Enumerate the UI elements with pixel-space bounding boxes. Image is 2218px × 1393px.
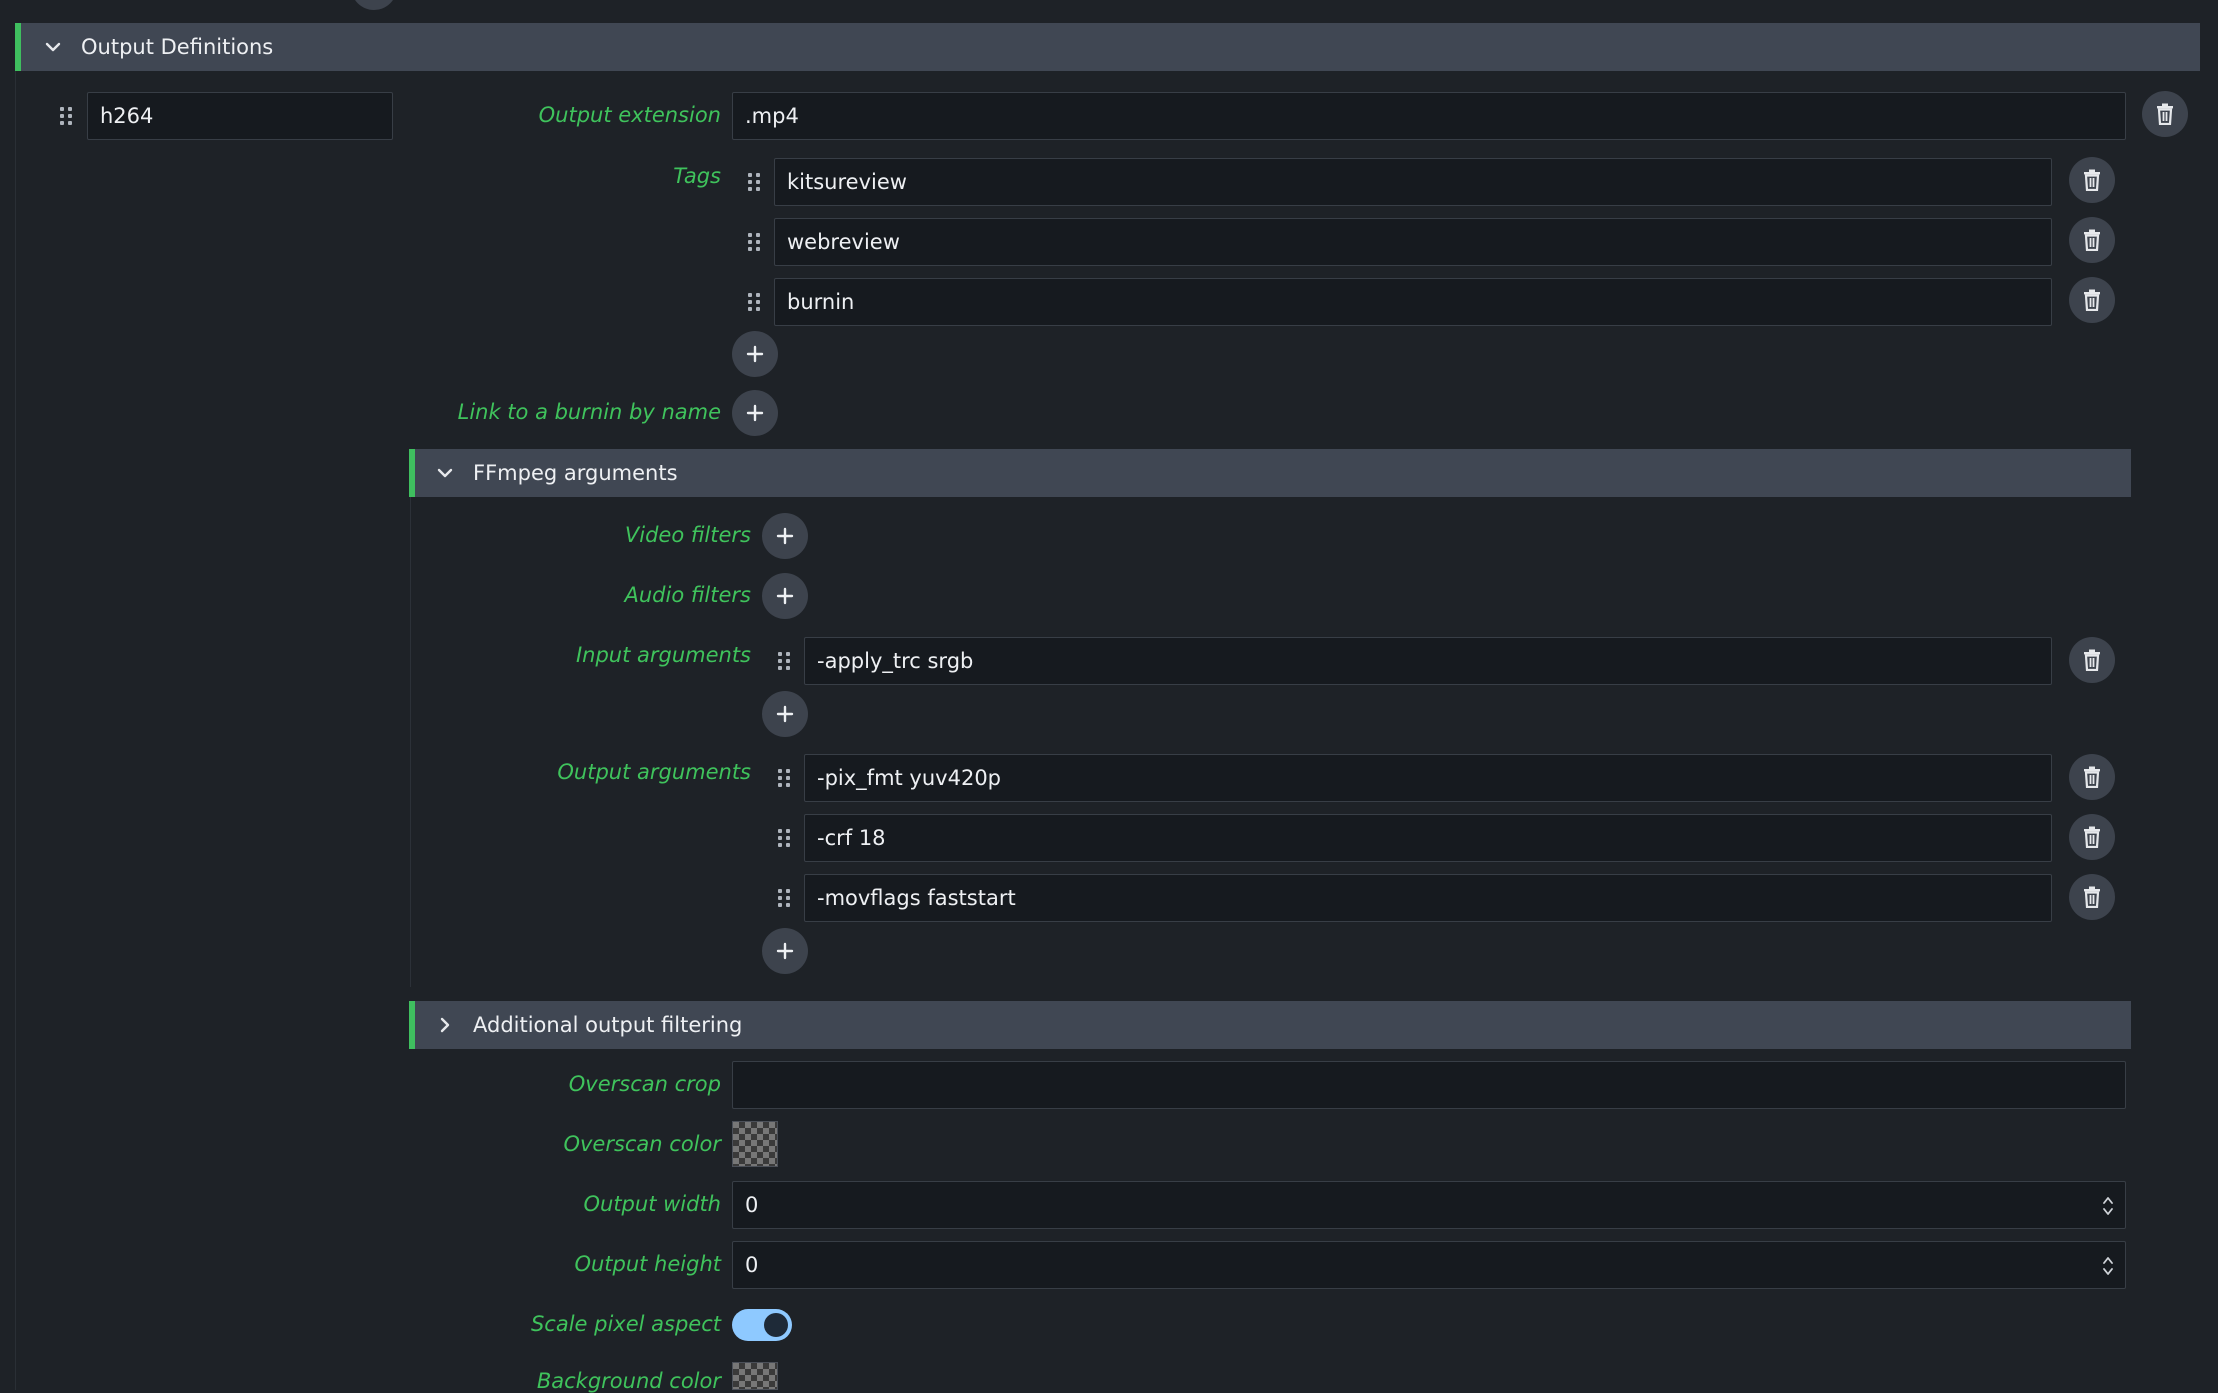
overscan-crop-input[interactable] (732, 1061, 2126, 1109)
delete-output-argument-button[interactable] (2069, 814, 2115, 860)
input-arguments-label: Input arguments (575, 643, 751, 667)
add-video-filter-button[interactable] (762, 513, 808, 559)
output-argument-input[interactable]: -pix_fmt yuv420p (804, 754, 2052, 802)
delete-output-button[interactable] (2142, 91, 2188, 137)
trash-icon (2084, 289, 2100, 311)
overscan-color-swatch[interactable] (732, 1121, 778, 1167)
delete-tag-button[interactable] (2069, 277, 2115, 323)
scale-pixel-aspect-toggle[interactable] (732, 1309, 792, 1341)
drag-handle-icon[interactable] (778, 769, 790, 787)
tag-input[interactable]: webreview (774, 218, 2052, 266)
overscan-crop-label: Overscan crop (568, 1072, 721, 1096)
trash-icon (2157, 103, 2173, 125)
output-definitions-title: Output Definitions (81, 35, 274, 59)
drag-handle-icon[interactable] (748, 233, 760, 251)
section-guide-line (15, 70, 16, 1390)
additional-output-filtering-header[interactable]: Additional output filtering (409, 1001, 2131, 1049)
trash-icon (2084, 229, 2100, 251)
output-height-input[interactable]: 0 (732, 1241, 2126, 1289)
spinner-icon[interactable] (2101, 1253, 2115, 1279)
drag-handle-icon[interactable] (748, 173, 760, 191)
trash-icon (2084, 886, 2100, 908)
output-argument-input[interactable]: -crf 18 (804, 814, 2052, 862)
video-filters-label: Video filters (624, 523, 751, 547)
spinner-icon[interactable] (2101, 1193, 2115, 1219)
toggle-knob (764, 1313, 788, 1337)
plus-icon (776, 527, 794, 545)
output-width-label: Output width (583, 1192, 721, 1216)
plus-icon (776, 705, 794, 723)
output-width-value: 0 (745, 1193, 759, 1217)
scale-pixel-aspect-label: Scale pixel aspect (530, 1312, 721, 1336)
add-audio-filter-button[interactable] (762, 573, 808, 619)
tag-input[interactable]: burnin (774, 278, 2052, 326)
output-width-input[interactable]: 0 (732, 1181, 2126, 1229)
audio-filters-label: Audio filters (624, 583, 752, 607)
output-height-value: 0 (745, 1253, 759, 1277)
chevron-right-icon (440, 1017, 450, 1033)
ffmpeg-arguments-title: FFmpeg arguments (473, 461, 678, 485)
additional-output-filtering-title: Additional output filtering (473, 1013, 743, 1037)
background-color-swatch[interactable] (732, 1362, 778, 1390)
tags-label: Tags (673, 164, 721, 188)
output-definitions-header[interactable]: Output Definitions (15, 23, 2200, 71)
plus-icon (746, 404, 764, 422)
trash-icon (2084, 649, 2100, 671)
add-input-argument-button[interactable] (762, 691, 808, 737)
trash-icon (2084, 169, 2100, 191)
add-burnin-button[interactable] (732, 390, 778, 436)
delete-output-argument-button[interactable] (2069, 754, 2115, 800)
input-argument-input[interactable]: -apply_trc srgb (804, 637, 2052, 685)
overscan-color-label: Overscan color (563, 1132, 721, 1156)
drag-handle-icon[interactable] (778, 889, 790, 907)
plus-icon (746, 345, 764, 363)
nested-guide-line (410, 497, 411, 987)
output-argument-input[interactable]: -movflags faststart (804, 874, 2052, 922)
plus-icon (776, 942, 794, 960)
chevron-down-icon (45, 42, 61, 52)
drag-handle-icon[interactable] (778, 829, 790, 847)
delete-tag-button[interactable] (2069, 217, 2115, 263)
ffmpeg-arguments-header[interactable]: FFmpeg arguments (409, 449, 2131, 497)
chevron-down-icon (437, 468, 453, 478)
add-tag-button[interactable] (732, 331, 778, 377)
drag-handle-icon[interactable] (778, 652, 790, 670)
tag-input[interactable]: kitsureview (774, 158, 2052, 206)
drag-handle-icon[interactable] (60, 107, 72, 125)
burnin-link-label: Link to a burnin by name (457, 400, 721, 424)
add-output-argument-button[interactable] (762, 928, 808, 974)
output-height-label: Output height (574, 1252, 721, 1276)
delete-tag-button[interactable] (2069, 157, 2115, 203)
output-arguments-label: Output arguments (557, 760, 751, 784)
output-extension-label: Output extension (538, 103, 721, 127)
trash-icon (2084, 766, 2100, 788)
background-color-label: Background color (536, 1369, 721, 1393)
add-button-top[interactable] (351, 0, 397, 10)
output-name-input[interactable]: h264 (87, 92, 393, 140)
drag-handle-icon[interactable] (748, 293, 760, 311)
delete-input-argument-button[interactable] (2069, 637, 2115, 683)
trash-icon (2084, 826, 2100, 848)
output-extension-input[interactable]: .mp4 (732, 92, 2126, 140)
plus-icon (776, 587, 794, 605)
delete-output-argument-button[interactable] (2069, 874, 2115, 920)
